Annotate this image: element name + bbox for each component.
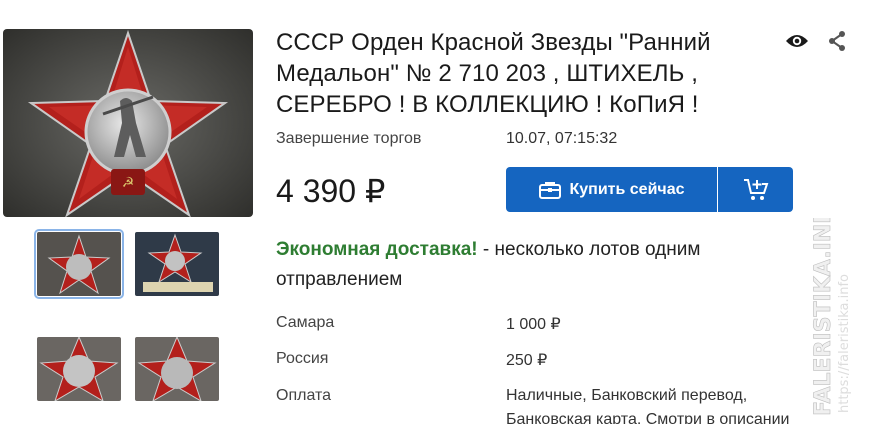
end-label: Завершение торгов (276, 130, 422, 147)
thumbnail-4[interactable] (135, 337, 219, 401)
payment-value-cont: Банковская карта, Смотри в описании (506, 411, 790, 424)
shipping-value-russia: 250 ₽ (506, 352, 548, 369)
cart-add-icon (743, 178, 768, 200)
watermark-brand: FALERISTIKA.INFO (811, 218, 836, 416)
delivery-note: Экономная доставка! - несколько лотов од… (276, 235, 776, 295)
payment-value: Наличные, Банковский перевод, (506, 387, 748, 404)
buy-now-button[interactable]: Купить сейчас (506, 167, 717, 212)
payment-label: Оплата (276, 387, 332, 404)
add-to-cart-button[interactable] (718, 167, 793, 212)
listing-title: СССР Орден Красной Звезды "Ранний Медаль… (276, 29, 711, 118)
svg-text:☭: ☭ (122, 175, 135, 191)
eye-icon (786, 35, 808, 47)
end-value: 10.07, 07:15:32 (506, 130, 618, 147)
shipping-value-samara: 1 000 ₽ (506, 316, 561, 333)
watermark: FALERISTIKA.INFO https://faleristika.inf… (798, 190, 852, 418)
share-button[interactable] (824, 30, 850, 52)
watch-button[interactable] (784, 30, 810, 52)
thumbnail-3[interactable] (37, 337, 121, 401)
main-photo[interactable]: ☭ (3, 29, 253, 217)
thumbnail-2[interactable] (135, 232, 219, 296)
price: 4 390 ₽ (276, 173, 386, 209)
briefcase-icon (538, 181, 561, 199)
buy-now-label: Купить сейчас (569, 180, 685, 198)
thumbnail-1[interactable] (34, 229, 124, 299)
watermark-url: https://faleristika.info (837, 274, 852, 413)
shipping-label-samara: Самара (276, 314, 335, 331)
shipping-label-russia: Россия (276, 350, 329, 367)
share-icon (829, 31, 845, 51)
delivery-highlight[interactable]: Экономная доставка! (276, 239, 478, 260)
